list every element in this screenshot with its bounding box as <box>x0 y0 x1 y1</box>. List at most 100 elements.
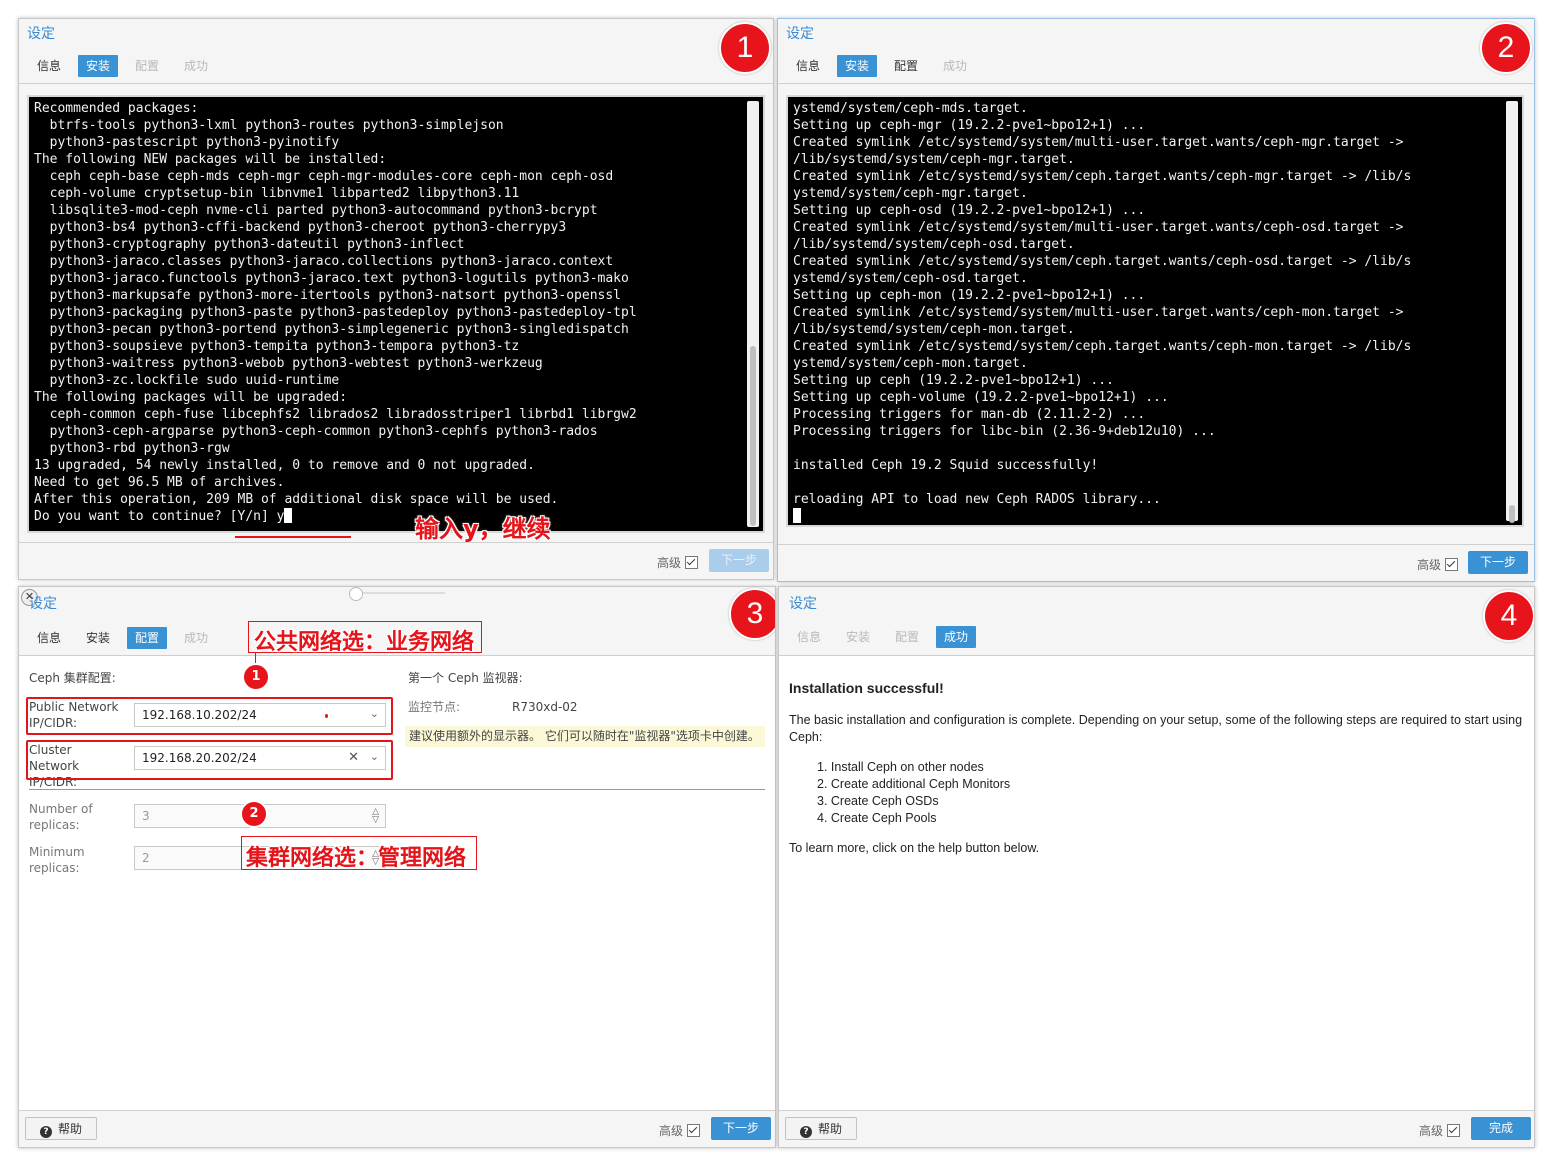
tab-install[interactable]: 安装 <box>78 55 119 77</box>
spinner-icon[interactable]: △ ▽ <box>372 808 379 825</box>
tab-success[interactable]: 成功 <box>936 626 977 648</box>
next-button[interactable]: 下一步 <box>1468 551 1528 574</box>
advanced-toggle[interactable]: 高级 <box>1419 1122 1461 1139</box>
wizard-tabs: 信息 安装 配置 成功 <box>29 627 225 649</box>
tab-install[interactable]: 安装 <box>837 55 878 77</box>
config-form: Ceph 集群配置: Public Network IP/CIDR: 192.1… <box>19 655 775 1111</box>
wizard-panel-install: 设定 信息 安装 配置 成功 Recommended packages: btrfs-… <box>18 18 774 580</box>
step-badge-4: 4 <box>1483 590 1534 642</box>
advanced-toggle[interactable]: 高级 <box>659 1122 701 1139</box>
help-button[interactable]: ? 帮助 <box>785 1117 857 1140</box>
monitor-hint: 建议使用额外的显示器。 它们可以随时在"监视器"选项卡中创建。 <box>405 726 765 747</box>
terminal-line: 13 upgraded, 54 newly installed, 0 to re… <box>34 458 535 473</box>
tab-success: 成功 <box>184 59 209 73</box>
terminal-line: ystemd/system/ceph-osd.target. <box>793 271 1028 286</box>
slider-handle[interactable] <box>349 587 363 601</box>
wizard-tabs: 信息 安装 配置 成功 <box>789 626 985 648</box>
advanced-toggle[interactable]: 高级 <box>1417 556 1459 573</box>
wizard-panel-success: 设定 信息 安装 配置 成功 Installation successful! The… <box>778 586 1535 1148</box>
terminal-line: python3-markupsafe python3-more-itertool… <box>49 288 621 303</box>
terminal-line: Created symlink /etc/systemd/system/mult… <box>793 220 1404 235</box>
mini-badge-2: 2 <box>240 800 268 828</box>
terminal-line: After this operation, 209 MB of addition… <box>34 492 559 507</box>
terminal-line: ystemd/system/ceph-mgr.target. <box>793 186 1028 201</box>
terminal-line: python3-pecan python3-portend python3-si… <box>49 322 629 337</box>
tab-config[interactable]: 配置 <box>886 55 926 77</box>
wizard-tabs: 信息 安装 配置 成功 <box>29 55 225 77</box>
window-title: 设定 <box>27 26 55 42</box>
terminal-line: Created symlink /etc/systemd/system/ceph… <box>793 169 1412 184</box>
tab-info[interactable]: 信息 <box>788 55 828 77</box>
tab-config: 配置 <box>895 630 920 644</box>
tab-success: 成功 <box>943 59 968 73</box>
step-badge-1: 1 <box>719 22 771 74</box>
tab-success: 成功 <box>184 631 209 645</box>
success-heading: Installation successful! <box>789 680 944 696</box>
terminal-scrollbar[interactable] <box>747 101 759 527</box>
terminal-line: Setting up ceph (19.2.2-pve1~bpo12+1) ..… <box>793 373 1114 388</box>
wizard-panel-config: ✕ 设定 信息 安装 配置 成功 Ceph 集群配置: Public Network … <box>18 586 776 1148</box>
tab-info[interactable]: 信息 <box>29 55 69 77</box>
wizard-panel-install-done: 设定 信息 安装 配置 成功 ystemd/system/ceph-mds.targe… <box>777 18 1535 582</box>
terminal-line: python3-rbd python3-rgw <box>49 441 230 456</box>
next-button[interactable]: 下一步 <box>711 1117 771 1140</box>
wizard-tabs: 信息 安装 配置 成功 <box>788 55 984 77</box>
window-title: 设定 <box>789 596 817 612</box>
terminal-prompt[interactable]: Do you want to continue? [Y/n] y <box>29 508 763 525</box>
terminal-line: Setting up ceph-osd (19.2.2-pve1~bpo12+1… <box>793 203 1146 218</box>
advanced-checkbox[interactable] <box>685 556 699 569</box>
scrollbar-thumb[interactable] <box>750 346 756 526</box>
terminal-line: Setting up ceph-mon (19.2.2-pve1~bpo12+1… <box>793 288 1146 303</box>
step-badge-3: 3 <box>729 588 775 640</box>
advanced-checkbox[interactable] <box>1447 1124 1461 1137</box>
advanced-checkbox[interactable] <box>1445 558 1459 571</box>
terminal-line: Recommended packages: <box>34 101 199 116</box>
terminal-line: ceph-common ceph-fuse libcephfs2 librado… <box>49 407 637 422</box>
terminal-line: ceph-volume cryptsetup-bin libnvme1 libp… <box>49 186 520 201</box>
replicas-value: 3 <box>142 809 150 823</box>
tab-install: 安装 <box>846 630 871 644</box>
terminal-line: Created symlink /etc/systemd/system/ceph… <box>793 339 1412 354</box>
monitor-node-value: R730xd-02 <box>512 700 578 714</box>
terminal-line: Created symlink /etc/systemd/system/mult… <box>793 305 1404 320</box>
terminal-line: ystemd/system/ceph-mon.target. <box>793 356 1028 371</box>
finish-button[interactable]: 完成 <box>1471 1117 1531 1140</box>
replicas-label: Number of replicas: <box>29 802 93 832</box>
terminal-line: python3-waitress python3-webob python3-w… <box>49 356 543 371</box>
terminal-line: ystemd/system/ceph-mds.target. <box>793 101 1028 116</box>
terminal-cursor <box>284 508 293 523</box>
terminal-line: Created symlink /etc/systemd/system/mult… <box>793 135 1404 150</box>
tab-install[interactable]: 安装 <box>78 627 118 649</box>
success-outro: To learn more, click on the help button … <box>789 841 1040 855</box>
terminal-line: python3-packaging python3-paste python3-… <box>49 305 637 320</box>
terminal-prompt[interactable] <box>788 508 1522 525</box>
annotation-enter-y: 输入y，继续 <box>415 515 551 543</box>
terminal-line: python3-pastescript python3-pyinotify <box>49 135 340 150</box>
terminal-line: python3-soupsieve python3-tempita python… <box>49 339 520 354</box>
tab-info[interactable]: 信息 <box>29 627 69 649</box>
help-icon: ? <box>39 1126 52 1138</box>
next-button[interactable]: 下一步 <box>709 549 769 572</box>
terminal[interactable]: Recommended packages: btrfs-tools python… <box>27 95 765 533</box>
terminal-line: Processing triggers for libc-bin (2.36-9… <box>793 424 1216 439</box>
terminal-line: btrfs-tools python3-lxml python3-routes … <box>49 118 504 133</box>
wizard-footer: ? 帮助 高级 完成 <box>779 1110 1534 1147</box>
tab-config[interactable]: 配置 <box>127 627 168 649</box>
terminal-line: ceph ceph-base ceph-mds ceph-mgr ceph-mg… <box>49 169 614 184</box>
terminal-line: python3-jaraco.classes python3-jaraco.co… <box>49 254 614 269</box>
step-badge-2: 2 <box>1480 22 1532 74</box>
advanced-checkbox[interactable] <box>687 1124 701 1137</box>
terminal-line: The following packages will be upgraded: <box>34 390 348 405</box>
success-intro: The basic installation and configuration… <box>789 713 1523 744</box>
min-replicas-value: 2 <box>142 851 150 865</box>
terminal-line: reloading API to load new Ceph RADOS lib… <box>793 492 1161 507</box>
help-button[interactable]: ? 帮助 <box>25 1117 97 1140</box>
wizard-footer: 高级 下一步 <box>778 544 1534 581</box>
step-item-3: 3. Create Ceph OSDs <box>817 794 939 808</box>
terminal[interactable]: ystemd/system/ceph-mds.target. Setting u… <box>786 95 1524 527</box>
terminal-scrollbar[interactable] <box>1506 101 1518 523</box>
help-icon: ? <box>799 1126 812 1138</box>
tabs-divider <box>19 83 773 84</box>
scrollbar-thumb[interactable] <box>1509 505 1515 523</box>
advanced-toggle[interactable]: 高级 <box>657 554 699 571</box>
